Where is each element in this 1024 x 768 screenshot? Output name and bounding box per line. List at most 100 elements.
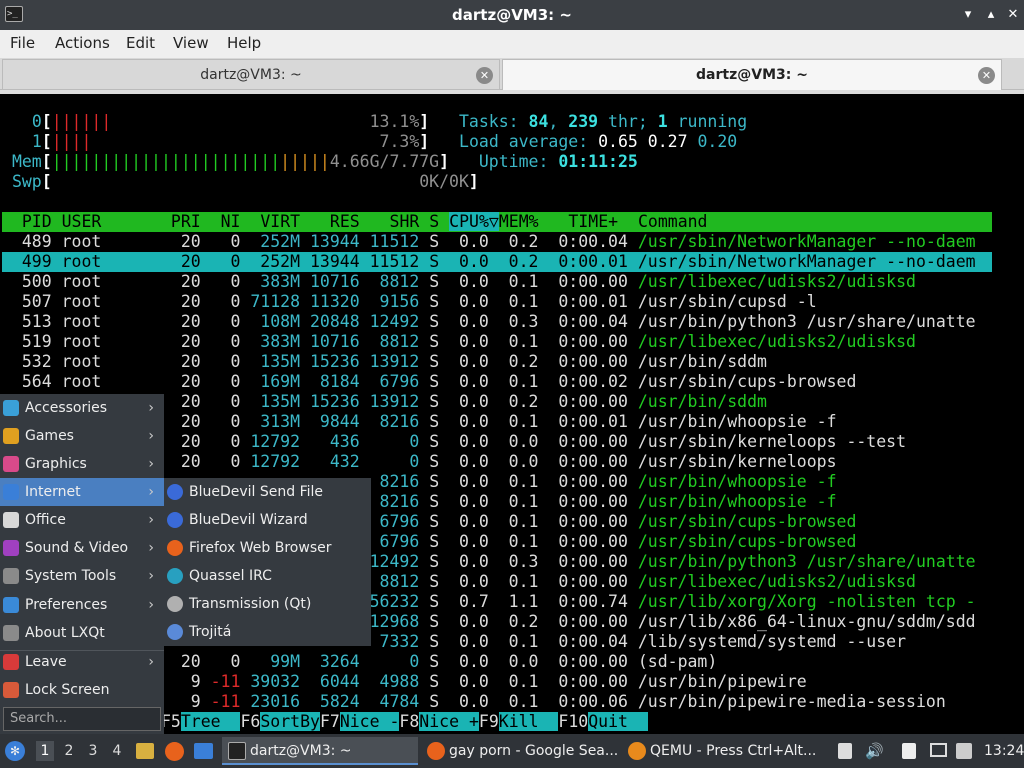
workspace-3[interactable]: 3: [85, 743, 101, 759]
tab-1-close-icon[interactable]: ✕: [476, 67, 493, 84]
process-row[interactable]: 499 root 20 0 252M 13944 11512 S 0.0 0.2…: [2, 252, 992, 272]
col-command[interactable]: Command: [638, 212, 708, 231]
process-mem: 0.1: [488, 692, 539, 711]
maximize-button[interactable]: ▴: [981, 5, 1001, 25]
tab-1[interactable]: dartz@VM3: ~ ✕: [2, 59, 500, 90]
task-terminal[interactable]: dartz@VM3: ~: [222, 737, 418, 765]
col-virt[interactable]: VIRT: [260, 212, 300, 231]
process-row[interactable]: 519 root 20 0 383M 10716 8812 S 0.0 0.1 …: [2, 332, 916, 352]
fkey-f9[interactable]: F9: [479, 712, 499, 731]
clock[interactable]: 13:24: [984, 734, 1024, 768]
fkey-f10[interactable]: F10: [558, 712, 588, 731]
fkey-f8-label[interactable]: Nice +: [419, 712, 479, 731]
col-res[interactable]: RES: [330, 212, 360, 231]
menu-item-office[interactable]: Office ›: [0, 506, 164, 534]
col-pri[interactable]: PRI: [171, 212, 201, 231]
process-res: 5824: [300, 692, 360, 711]
process-mem: 0.2: [488, 232, 539, 251]
cpu1-meter: 1[|||| 7.3%] Load average: 0.65 0.27 0.2…: [31, 132, 738, 151]
start-menu-icon[interactable]: ✻: [5, 741, 25, 761]
process-shr: 9156: [359, 292, 420, 311]
process-row[interactable]: 513 root 20 0 108M 20848 12492 S 0.0 0.3…: [2, 312, 976, 332]
process-time: 0:00.00: [538, 472, 638, 491]
process-cpu: 0.0: [439, 272, 489, 291]
fkey-f10-label[interactable]: Quit: [588, 712, 648, 731]
col-mem[interactable]: MEM%: [499, 212, 539, 231]
menu-item-about-lxqt[interactable]: About LXQt: [0, 619, 164, 647]
swp-label: Swp: [11, 172, 42, 191]
submenu-item-label: Transmission (Qt): [189, 596, 312, 612]
file-manager-icon[interactable]: [136, 743, 154, 759]
menu-item-sound-video[interactable]: Sound & Video ›: [0, 534, 164, 562]
menu-item-label: Office: [25, 512, 66, 528]
process-row[interactable]: 507 root 20 0 71128 11320 9156 S 0.0 0.1…: [2, 292, 817, 312]
process-mem: 0.2: [488, 352, 539, 371]
menu-actions[interactable]: Actions: [55, 34, 110, 52]
close-button[interactable]: ✕: [1003, 5, 1023, 25]
fkey-f5-label[interactable]: Tree: [180, 712, 241, 731]
process-cpu: 0.0: [439, 432, 489, 451]
col-ni[interactable]: NI: [221, 212, 241, 231]
col-cpu[interactable]: CPU%▽: [449, 212, 499, 231]
cpu0-label: 0: [31, 112, 42, 131]
process-ni: 0: [200, 332, 241, 351]
menu-item-internet[interactable]: Internet ›: [0, 478, 164, 506]
menu-edit[interactable]: Edit: [126, 34, 155, 52]
col-time[interactable]: TIME+: [568, 212, 618, 231]
menu-search-input[interactable]: Search...: [3, 707, 161, 731]
submenu-item-trojit[interactable]: Trojitá: [164, 618, 371, 646]
network-icon[interactable]: [930, 743, 947, 757]
task-firefox[interactable]: gay porn - Google Sea...: [421, 737, 619, 765]
fkey-f9-label[interactable]: Kill: [498, 712, 559, 731]
col-shr[interactable]: SHR: [390, 212, 420, 231]
submenu-item-transmission-qt[interactable]: Transmission (Qt): [164, 590, 371, 618]
fkey-f8[interactable]: F8: [399, 712, 419, 731]
menu-item-system-tools[interactable]: System Tools ›: [0, 562, 164, 590]
process-cmd: /usr/sbin/cupsd -l: [637, 292, 817, 311]
process-s: S: [419, 492, 440, 511]
process-row[interactable]: 500 root 20 0 383M 10716 8812 S 0.0 0.1 …: [2, 272, 916, 292]
menu-item-lock-screen[interactable]: Lock Screen: [0, 676, 164, 704]
submenu-item-label: Quassel IRC: [189, 568, 272, 584]
submenu-item-quassel-irc[interactable]: Quassel IRC: [164, 562, 371, 590]
workspace-1[interactable]: 1: [36, 741, 54, 761]
process-virt: 252M: [240, 232, 301, 251]
fkey-f7[interactable]: F7: [320, 712, 340, 731]
menu-item-leave[interactable]: Leave ›: [0, 648, 164, 676]
menu-item-games[interactable]: Games ›: [0, 422, 164, 450]
process-row[interactable]: 532 root 20 0 135M 15236 13912 S 0.0 0.2…: [2, 352, 767, 372]
process-time: 0:00.00: [538, 532, 638, 551]
fkey-f6-label[interactable]: SortBy: [260, 712, 320, 731]
fkey-f7-label[interactable]: Nice -: [339, 712, 400, 731]
menu-item-preferences[interactable]: Preferences ›: [0, 591, 164, 619]
menu-file[interactable]: File: [10, 34, 35, 52]
workspace-4[interactable]: 4: [109, 743, 125, 759]
clipboard-icon[interactable]: [838, 743, 852, 759]
col-pid[interactable]: PID: [22, 212, 52, 231]
process-row[interactable]: 564 root 20 0 169M 8184 6796 S 0.0 0.1 0…: [2, 372, 857, 392]
process-row[interactable]: 489 root 20 0 252M 13944 11512 S 0.0 0.2…: [2, 232, 976, 252]
menu-item-accessories[interactable]: Accessories ›: [0, 394, 164, 422]
minimize-button[interactable]: ▾: [958, 5, 978, 25]
submenu-item-bluedevil-wizard[interactable]: BlueDevil Wizard: [164, 506, 371, 534]
menu-item-graphics[interactable]: Graphics ›: [0, 450, 164, 478]
menu-view[interactable]: View: [173, 34, 209, 52]
tab-2[interactable]: dartz@VM3: ~ ✕: [502, 59, 1002, 90]
firefox-launcher-icon[interactable]: [165, 742, 184, 761]
volume-icon[interactable]: 🔊: [865, 734, 884, 768]
process-time: 0:00.01: [538, 412, 638, 431]
submenu-item-bluedevil-send-file[interactable]: BlueDevil Send File: [164, 478, 371, 506]
col-user[interactable]: USER: [62, 212, 102, 231]
quassel-icon: [167, 568, 183, 584]
col-s[interactable]: S: [429, 212, 439, 231]
tab-2-close-icon[interactable]: ✕: [978, 67, 995, 84]
load-1: 0.65: [598, 132, 638, 151]
update-icon[interactable]: [956, 743, 972, 759]
menu-help[interactable]: Help: [227, 34, 261, 52]
desktop-icon[interactable]: [194, 743, 213, 759]
submenu-item-firefox-web-browser[interactable]: Firefox Web Browser: [164, 534, 371, 562]
fkey-f6[interactable]: F6: [240, 712, 260, 731]
workspace-2[interactable]: 2: [61, 743, 77, 759]
notes-icon[interactable]: [902, 743, 916, 759]
task-qemu[interactable]: QEMU - Press Ctrl+Alt...: [622, 737, 818, 765]
